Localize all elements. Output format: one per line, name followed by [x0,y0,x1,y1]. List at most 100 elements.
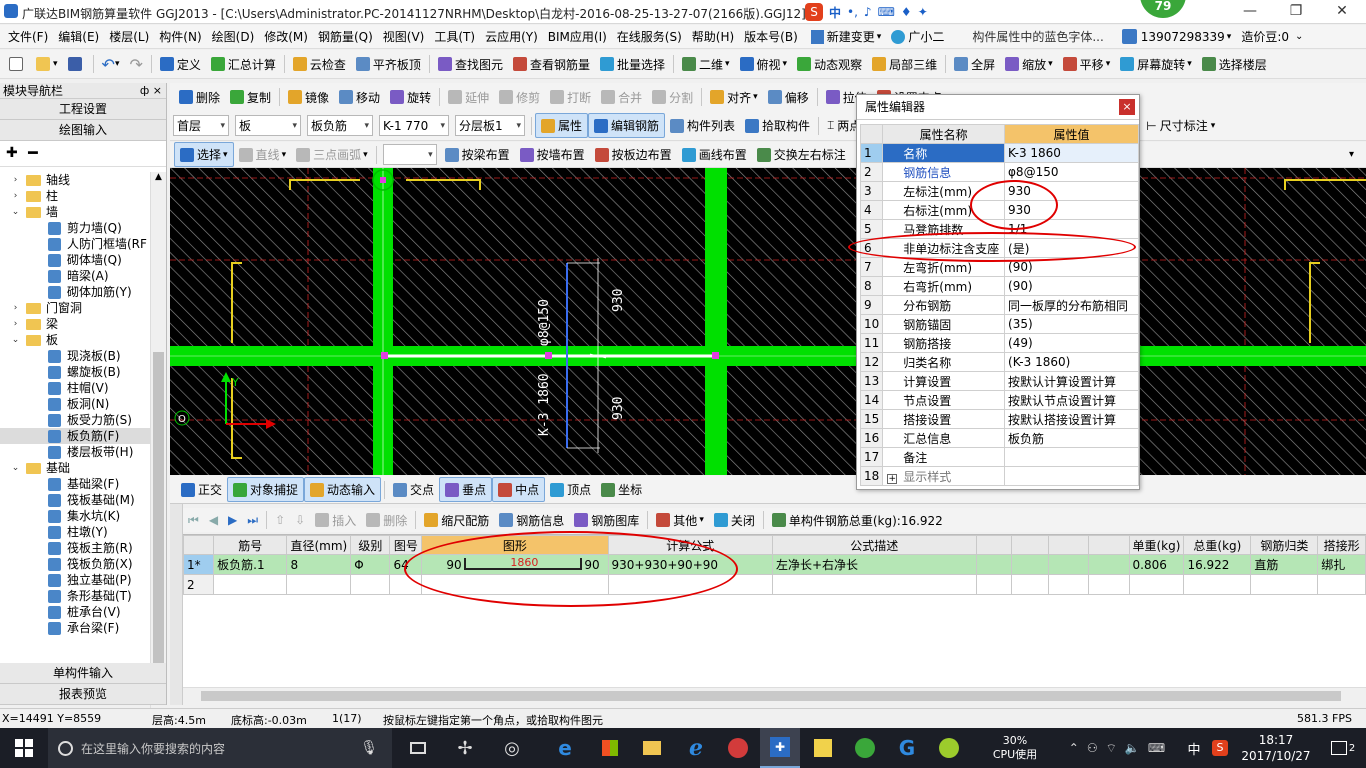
snap-button-0[interactable]: 正交 [176,477,227,502]
col-header-4[interactable]: 图号 [389,535,423,555]
notification-badge[interactable]: 79 [1140,0,1186,18]
gb-button-0[interactable]: 插入 [310,508,361,533]
collapse-icon[interactable]: ⌄ [11,464,20,473]
prev-record-button[interactable]: ◀ [204,508,223,533]
redo-button[interactable]: ↷ [124,52,147,77]
overflow-icon[interactable]: ⌄ [1295,31,1303,42]
pin-close-icons[interactable]: ф × [140,83,162,99]
cell-total-weight[interactable] [1183,574,1252,595]
col-header-12[interactable]: 单重(kg) [1128,535,1185,555]
ime-tray[interactable]: 中 [1182,728,1206,768]
snap-button-5[interactable]: 中点 [492,477,546,502]
gb-button-4[interactable]: 钢筋图库 [569,508,644,533]
volume-icon[interactable]: 🔈 [1125,741,1140,755]
tb1-button-1[interactable]: 汇总计算 [206,52,281,77]
draw-input-button[interactable]: 绘图输入 [0,120,166,141]
menu-item-12[interactable]: 帮助(H) [687,25,739,49]
tb1-button-5[interactable]: 查看钢筋量 [508,52,595,77]
property-row[interactable]: 12 归类名称 (K-3 1860) [859,352,1139,372]
col-header-9[interactable] [1011,535,1050,555]
property-row[interactable]: 10 钢筋锚固 (35) [859,314,1139,334]
tb1-button-13[interactable]: 平移 ▾ [1058,52,1116,77]
property-value[interactable]: 按默认计算设置计算 [1004,371,1139,391]
undo-button[interactable]: ↶ ▾ [97,52,125,77]
arc-option-select[interactable]: ▾ [382,144,437,165]
notes-app-icon[interactable] [803,728,843,768]
tb1-button-7[interactable]: 二维 ▾ [677,52,735,77]
cell-lap-type[interactable]: 绑扎 [1317,554,1366,575]
nav-tree-item-4[interactable]: 人防门框墙(RF [0,236,150,252]
cell-c11[interactable] [1087,554,1130,575]
cell-c9[interactable] [1011,554,1050,575]
nav-tree-item-13[interactable]: 柱帽(V) [0,380,150,396]
nav-tree-item-11[interactable]: 现浇板(B) [0,348,150,364]
cell-grade[interactable]: Φ [350,554,391,575]
tb2-button-8[interactable]: 合并 [596,85,647,110]
property-value[interactable]: K-3 1860 [1004,143,1139,163]
nav-tree-item-23[interactable]: 筏板主筋(R) [0,540,150,556]
nav-tree-item-22[interactable]: 柱墩(Y) [0,524,150,540]
cell-lap-type[interactable] [1317,574,1366,595]
property-row[interactable]: 14 节点设置 按默认节点设置计算 [859,390,1139,410]
nav-tree-item-19[interactable]: 基础梁(F) [0,476,150,492]
collapse-icon[interactable]: ⌄ [11,336,20,345]
property-row[interactable]: 11 钢筋搭接 (49) [859,333,1139,353]
g-app-icon[interactable]: G [887,728,927,768]
nav-tree-item-21[interactable]: 集水坑(K) [0,508,150,524]
property-value[interactable] [1004,447,1139,467]
restore-button[interactable]: ❐ [1273,0,1319,24]
snap-button-4[interactable]: 垂点 [439,477,493,502]
drawing-canvas[interactable]: 930 930 K-3 1860 φ8@150 Y O [170,168,1366,475]
col-header-8[interactable] [975,535,1013,555]
minimize-button[interactable]: — [1227,0,1273,24]
menu-item-0[interactable]: 文件(F) [3,25,53,49]
first-record-button[interactable]: ⏮ [183,508,204,533]
property-row[interactable]: 13 计算设置 按默认计算设置计算 [859,371,1139,391]
tray-icons[interactable]: ⌃ ⚇ ⌔ 🔈 ⌨ [1052,728,1182,768]
tb4-button-6[interactable]: 画线布置 [677,142,752,167]
cell-rebar-class[interactable] [1250,574,1319,595]
cell-formula-desc[interactable]: 左净长+右净长 [771,554,977,575]
scroll-up-icon[interactable]: ▲ [151,172,166,188]
file-explorer-icon[interactable] [632,728,672,768]
property-row[interactable]: 8 右弯折(mm) (90) [859,276,1139,296]
nav-tree-item-14[interactable]: 板洞(N) [0,396,150,412]
cell-total-weight[interactable]: 16.922 [1183,554,1252,575]
gb-button-6[interactable]: 关闭 [709,508,760,533]
nav-tree-item-16[interactable]: 板负筋(F) [0,428,150,444]
tb2-button-10[interactable]: 对齐 ▾ [705,85,763,110]
nav-tree-folder-18[interactable]: ⌄ 基础 [0,460,150,476]
cell-rebar-class[interactable]: 直筋 [1250,554,1319,575]
tb1-button-10[interactable]: 局部三维 [867,52,942,77]
cell-c10[interactable] [1048,574,1089,595]
cell-c11[interactable] [1087,574,1130,595]
col-header-11[interactable] [1087,535,1130,555]
glodon-active-app-icon[interactable]: ✚ [760,728,800,768]
collapse-all-icon[interactable]: ━ [28,143,38,162]
store-icon[interactable] [590,728,630,768]
snap-button-3[interactable]: 交点 [388,477,439,502]
gb-button-1[interactable]: 删除 [361,508,412,533]
expand-icon[interactable]: › [11,192,20,201]
snap-button-6[interactable]: 顶点 [545,477,596,502]
taskbar-search[interactable]: 在这里输入你要搜索的内容 🎙 [48,728,392,768]
snap-button-2[interactable]: 动态输入 [304,477,382,502]
grip-point[interactable] [380,177,386,183]
floor-select[interactable]: 首层 ▾ [173,115,229,136]
tb1-button-8[interactable]: 俯视 ▾ [735,52,793,77]
cell-grade[interactable] [350,574,391,595]
property-value[interactable]: 板负筋 [1004,428,1139,448]
pinwheel-app-icon[interactable]: ✢ [445,728,485,768]
nav-scrollbar[interactable]: ▲ ▼ [150,172,166,724]
nav-tree-folder-10[interactable]: ⌄ 板 [0,332,150,348]
menu-item-2[interactable]: 楼层(L) [104,25,154,49]
grip-point[interactable] [712,352,719,359]
canvas-svg[interactable]: 930 930 K-3 1860 φ8@150 Y O [170,168,1366,475]
start-button[interactable] [0,728,48,768]
property-editor-close-button[interactable]: × [1119,99,1135,115]
cell-formula-desc[interactable] [771,574,977,595]
nav-tree-item-28[interactable]: 承台梁(F) [0,620,150,636]
tb4-button-7[interactable]: 交换左右标注 [752,142,851,167]
next-record-button[interactable]: ▶ [223,508,242,533]
report-preview-button[interactable]: 报表预览 [0,684,166,705]
